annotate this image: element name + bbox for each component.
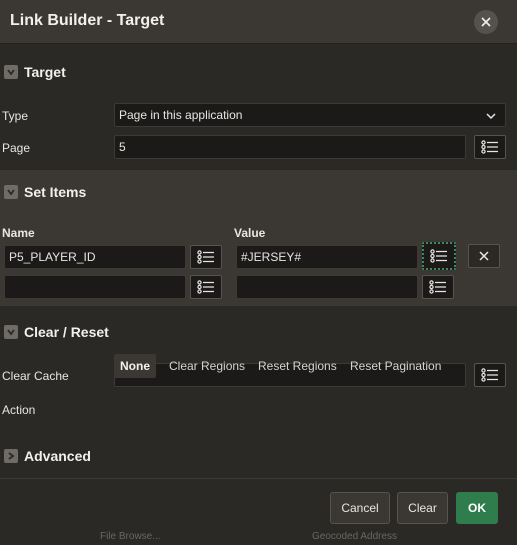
chevron-right-icon <box>4 449 18 463</box>
item-name-input[interactable] <box>4 245 186 269</box>
remove-icon <box>479 251 489 261</box>
dialog-body: Target Type Page in this application Pag… <box>0 44 517 478</box>
background-page-strip: File Browse... Geocoded Address <box>0 530 517 545</box>
chevron-down-icon <box>4 185 18 199</box>
item-name-list-button[interactable] <box>190 275 222 299</box>
type-select[interactable]: Page in this application <box>114 103 506 127</box>
section-advanced[interactable]: Advanced <box>0 438 517 476</box>
list-icon <box>197 280 214 294</box>
chevron-down-icon <box>486 113 496 120</box>
action-option-clear-regions[interactable]: Clear Regions <box>163 354 251 378</box>
section-title-clear-reset: Clear / Reset <box>24 324 109 340</box>
page-list-button[interactable] <box>474 135 506 159</box>
clear-cache-label: Clear Cache <box>2 369 69 383</box>
section-clear-reset[interactable]: Clear / Reset <box>0 314 517 352</box>
name-column-header: Name <box>2 226 35 240</box>
background-text-left: File Browse... <box>100 531 161 542</box>
item-name-input[interactable] <box>4 275 186 299</box>
action-option-none[interactable]: None <box>114 354 156 378</box>
type-select-value: Page in this application <box>119 108 243 122</box>
section-title-target: Target <box>24 64 66 80</box>
item-value-list-button[interactable] <box>422 275 454 299</box>
clear-cache-list-button[interactable] <box>474 363 506 387</box>
item-value-input[interactable] <box>236 275 418 299</box>
list-icon <box>481 368 498 382</box>
close-icon <box>481 17 491 27</box>
item-value-input[interactable] <box>236 245 418 269</box>
type-label: Type <box>2 109 29 123</box>
list-icon <box>197 250 214 264</box>
page-input[interactable] <box>114 135 466 159</box>
clear-button[interactable]: Clear <box>397 492 448 524</box>
chevron-down-icon <box>4 65 18 79</box>
item-value-list-button[interactable] <box>422 242 456 270</box>
chevron-down-icon <box>4 325 18 339</box>
item-name-list-button[interactable] <box>190 245 222 269</box>
remove-item-button[interactable] <box>468 244 500 268</box>
dialog-title: Link Builder - Target <box>10 12 165 29</box>
section-set-items[interactable]: Set Items <box>0 174 517 212</box>
action-option-reset-regions[interactable]: Reset Regions <box>252 354 343 378</box>
section-title-set-items: Set Items <box>24 184 87 200</box>
action-option-reset-pagination[interactable]: Reset Pagination <box>344 354 447 378</box>
ok-button[interactable]: OK <box>456 492 498 524</box>
background-text-right: Geocoded Address <box>312 531 398 542</box>
value-column-header: Value <box>234 226 266 240</box>
list-icon <box>429 280 446 294</box>
page-label: Page <box>2 141 31 155</box>
list-icon <box>430 249 447 263</box>
section-title-advanced: Advanced <box>24 448 91 464</box>
dialog-titlebar: Link Builder - Target <box>0 0 517 44</box>
close-button[interactable] <box>474 10 498 34</box>
cancel-button[interactable]: Cancel <box>330 492 390 524</box>
section-target[interactable]: Target <box>0 54 517 92</box>
action-label: Action <box>2 403 36 417</box>
list-icon <box>481 140 498 154</box>
